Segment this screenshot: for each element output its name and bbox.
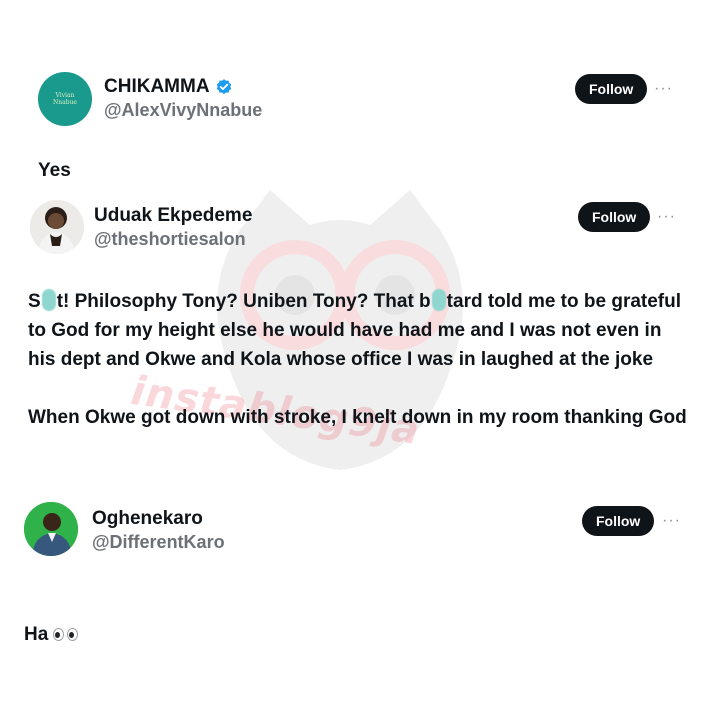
tweet-text: Yes: [38, 160, 71, 181]
display-name[interactable]: Oghenekaro: [92, 508, 203, 530]
more-options-icon[interactable]: ···: [654, 81, 673, 97]
user-handle[interactable]: @AlexVivyNnabue: [104, 100, 262, 121]
eyes-emoji-icon: [53, 628, 79, 641]
display-name[interactable]: CHIKAMMA: [104, 76, 210, 98]
name-row: CHIKAMMA: [104, 76, 233, 98]
verified-badge-icon: [216, 79, 231, 95]
censor-blur: [431, 289, 446, 311]
follow-button[interactable]: Follow: [578, 202, 651, 232]
display-name[interactable]: Uduak Ekpedeme: [94, 205, 252, 227]
more-options-icon[interactable]: ···: [657, 209, 676, 225]
tweet-text: Ha: [24, 591, 79, 649]
person-photo-icon: [24, 502, 78, 556]
text-segment: t! Philosophy Tony? Uniben Tony? That b: [56, 291, 431, 312]
avatar-logo-text: Vivian Nnabue: [53, 92, 77, 106]
text-segment: Ha: [24, 624, 49, 645]
tweet-text: St! Philosophy Tony? Uniben Tony? That b…: [28, 287, 688, 432]
avatar[interactable]: Vivian Nnabue: [38, 72, 92, 126]
follow-button[interactable]: Follow: [582, 506, 655, 536]
text-segment: S: [28, 291, 41, 312]
name-row: Oghenekaro: [92, 508, 203, 530]
name-row: Uduak Ekpedeme: [94, 205, 252, 227]
tweet-paragraph: St! Philosophy Tony? Uniben Tony? That b…: [28, 287, 688, 374]
person-photo-icon: [30, 200, 84, 254]
censor-blur: [41, 289, 56, 311]
follow-button[interactable]: Follow: [575, 74, 648, 104]
more-options-icon[interactable]: ···: [662, 513, 681, 529]
user-handle[interactable]: @theshortiesalon: [94, 229, 246, 250]
tweet-paragraph: When Okwe got down with stroke, I knelt …: [28, 407, 687, 428]
avatar[interactable]: [30, 200, 84, 254]
avatar[interactable]: [24, 502, 78, 556]
user-handle[interactable]: @DifferentKaro: [92, 532, 225, 553]
